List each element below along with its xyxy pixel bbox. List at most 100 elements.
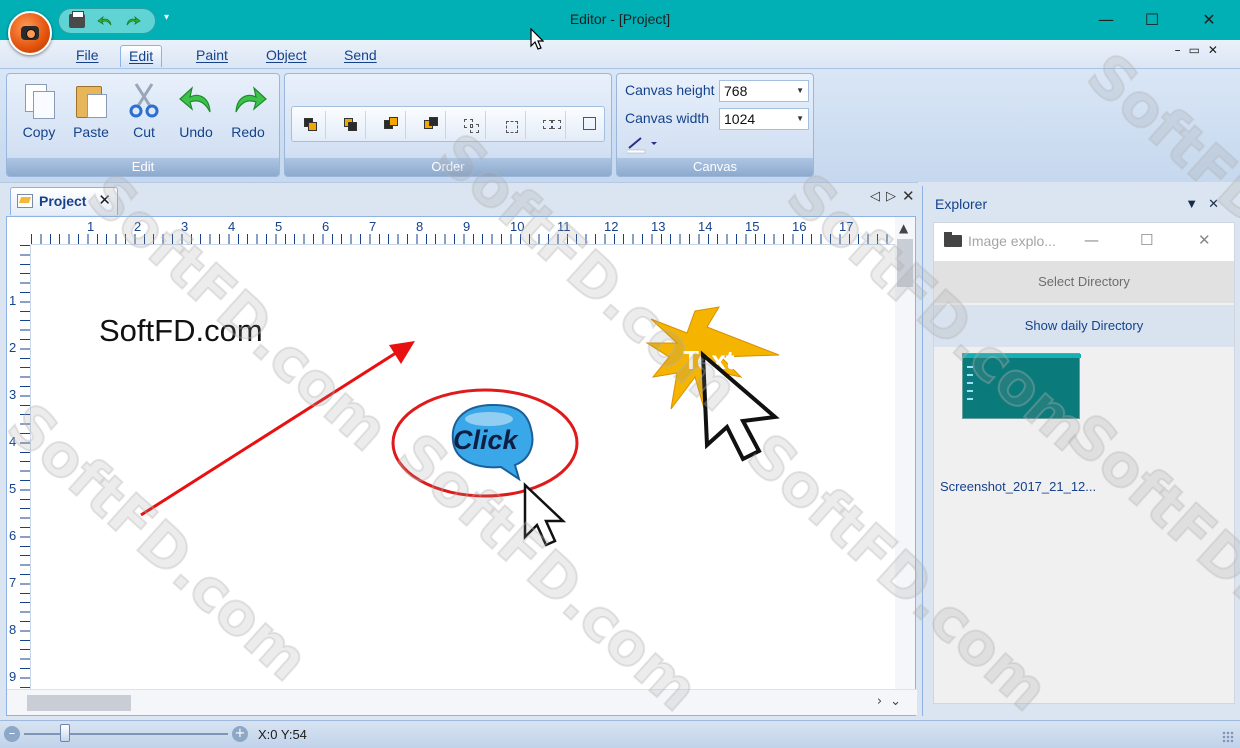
send-backward-button[interactable] bbox=[416, 111, 446, 139]
cut-button[interactable]: Cut bbox=[120, 80, 168, 150]
order-group-label: Order bbox=[285, 158, 611, 176]
chevron-down-icon[interactable]: ▼ bbox=[796, 109, 804, 129]
menu-send[interactable]: Send bbox=[336, 45, 385, 67]
ruler-number: 17 bbox=[839, 219, 854, 234]
tab-project[interactable]: Project ✕ bbox=[10, 187, 118, 215]
undo-label: Undo bbox=[179, 124, 213, 140]
image-explorer-titlebar: Image explo... — ☐ ✕ bbox=[934, 223, 1234, 261]
red-arrow-shape[interactable] bbox=[140, 341, 415, 517]
undo-button[interactable]: Undo bbox=[172, 80, 220, 150]
zoom-out-icon[interactable]: – bbox=[4, 726, 20, 742]
menu-paint[interactable]: Paint bbox=[188, 45, 236, 67]
ruler-number: 7 bbox=[9, 575, 17, 590]
document-window-controls[interactable]: –▭✕ bbox=[1175, 43, 1226, 57]
image-explorer-window: Image explo... — ☐ ✕ Select Directory Sh… bbox=[933, 222, 1235, 704]
resize-button[interactable] bbox=[576, 111, 606, 139]
ruler-number: 1 bbox=[87, 219, 95, 234]
cursor-coordinates: X:0 Y:54 bbox=[258, 727, 307, 742]
vertical-scroll-thumb[interactable] bbox=[897, 239, 913, 287]
cursor-clipart-small[interactable] bbox=[523, 482, 567, 547]
zoom-slider[interactable] bbox=[24, 733, 228, 735]
tab-scroll-left-icon[interactable]: ◁ bbox=[870, 189, 880, 204]
explorer-pane: Explorer ▼✕ Image explo... — ☐ ✕ Select … bbox=[922, 186, 1236, 716]
chevron-down-icon[interactable]: ▼ bbox=[796, 81, 804, 101]
group-button[interactable] bbox=[456, 111, 486, 139]
ruler-number: 2 bbox=[134, 219, 142, 234]
canvas-width-field[interactable]: 1024 ▼ bbox=[719, 108, 809, 130]
maximize-button[interactable]: ☐ bbox=[1129, 6, 1175, 34]
horizontal-scroll-thumb[interactable] bbox=[27, 695, 131, 711]
ruler-number: 14 bbox=[698, 219, 713, 234]
document-icon bbox=[17, 194, 33, 208]
image-explorer-maximize-button[interactable]: ☐ bbox=[1140, 231, 1153, 249]
horizontal-scrollbar[interactable]: ›⌄ bbox=[7, 689, 917, 715]
zoom-in-icon[interactable]: + bbox=[232, 726, 248, 742]
copy-label: Copy bbox=[22, 124, 56, 140]
cursor-clipart-large[interactable] bbox=[700, 350, 780, 462]
edit-group-label: Edit bbox=[7, 158, 279, 176]
screenshot-thumbnail[interactable] bbox=[962, 353, 1081, 419]
paste-label: Paste bbox=[73, 124, 109, 140]
ruler-number: 6 bbox=[322, 219, 330, 234]
menu-object[interactable]: Object bbox=[258, 45, 314, 67]
menu-file[interactable]: File bbox=[68, 45, 107, 67]
tab-project-label: Project bbox=[39, 193, 87, 209]
canvas-width-value: 1024 bbox=[724, 111, 756, 127]
resize-grip-icon[interactable] bbox=[1222, 731, 1234, 743]
paste-button[interactable]: Paste bbox=[67, 80, 115, 150]
align-button[interactable] bbox=[536, 111, 566, 139]
ruler-number: 2 bbox=[9, 340, 17, 355]
scroll-right-down-icons[interactable]: ›⌄ bbox=[877, 694, 909, 709]
close-button[interactable]: ✕ bbox=[1186, 6, 1232, 34]
image-explorer-title: Image explo... bbox=[968, 233, 1056, 249]
explorer-pane-controls[interactable]: ▼✕ bbox=[1185, 190, 1229, 218]
canvas-width-label: Canvas width bbox=[625, 110, 710, 126]
zoom-slider-thumb[interactable] bbox=[59, 724, 70, 742]
redo-arrow-icon bbox=[230, 82, 267, 118]
status-bar: – + X:0 Y:54 bbox=[0, 720, 1240, 748]
click-speech-bubble[interactable]: Click bbox=[451, 403, 534, 482]
edit-group: Copy Paste Cut Undo Redo Edit bbox=[6, 73, 280, 177]
menu-edit[interactable]: Edit bbox=[120, 45, 163, 67]
canvas-height-field[interactable]: 768 ▼ bbox=[719, 80, 809, 102]
pen-color-dropdown[interactable] bbox=[626, 136, 659, 154]
ruler-number: 4 bbox=[9, 434, 17, 449]
minimize-button[interactable]: — bbox=[1083, 6, 1129, 34]
pen-icon bbox=[626, 137, 657, 154]
canvas-height-value: 768 bbox=[724, 83, 748, 99]
scroll-up-icon[interactable]: ▲ bbox=[899, 221, 908, 235]
show-daily-directory-button[interactable]: Show daily Directory bbox=[934, 305, 1234, 347]
copy-button[interactable]: Copy bbox=[15, 80, 63, 150]
image-explorer-close-button[interactable]: ✕ bbox=[1198, 231, 1211, 249]
explorer-title: Explorer bbox=[935, 196, 988, 212]
window-title: Editor - [Project] bbox=[569, 11, 671, 27]
ruler-number: 5 bbox=[9, 481, 17, 496]
camera-icon bbox=[21, 26, 39, 40]
drawing-objects: Click Text bbox=[140, 306, 780, 547]
ruler-number: 16 bbox=[792, 219, 807, 234]
ungroup-button[interactable] bbox=[496, 111, 526, 139]
menu-bar: File Edit Paint Object Send –▭✕ bbox=[0, 40, 1240, 68]
thumbnail-filename[interactable]: Screenshot_2017_21_12... bbox=[940, 479, 1096, 494]
tab-scroll-right-icon[interactable]: ▷ bbox=[886, 189, 896, 204]
application-menu-button[interactable] bbox=[8, 11, 52, 55]
bring-forward-button[interactable] bbox=[376, 111, 406, 139]
paste-icon bbox=[73, 82, 109, 118]
image-explorer-minimize-button[interactable]: — bbox=[1084, 231, 1099, 249]
ruler-number: 13 bbox=[651, 219, 666, 234]
ruler-number: 1 bbox=[9, 293, 17, 308]
select-directory-button[interactable]: Select Directory bbox=[934, 261, 1234, 303]
canvas-editor: 1 2 3 4 5 6 7 8 9 10 11 12 13 14 15 16 17 123456789 Soft… bbox=[6, 216, 917, 716]
bring-to-front-button[interactable] bbox=[296, 111, 326, 139]
drawing-canvas[interactable]: SoftFD.com Click Text bbox=[31, 245, 897, 691]
close-tab-icon[interactable]: ✕ bbox=[98, 188, 111, 214]
vertical-scrollbar[interactable]: ▲ bbox=[895, 217, 915, 691]
ruler-number: 4 bbox=[228, 219, 236, 234]
undo-arrow-icon bbox=[178, 82, 214, 118]
ruler-number: 12 bbox=[604, 219, 619, 234]
close-document-icon[interactable]: ✕ bbox=[902, 187, 915, 205]
order-group: Order bbox=[284, 73, 612, 177]
canvas-group: Canvas height 768 ▼ Canvas width 1024 ▼ … bbox=[616, 73, 814, 177]
redo-button[interactable]: Redo bbox=[224, 80, 272, 150]
send-to-back-button[interactable] bbox=[336, 111, 366, 139]
